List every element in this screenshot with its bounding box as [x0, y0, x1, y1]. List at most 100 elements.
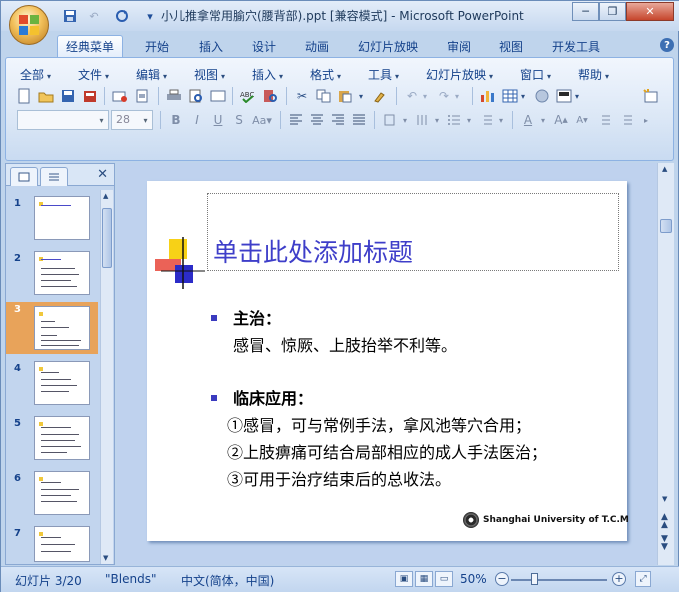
slide-vertical-scrollbar[interactable]: ▲ ▼ ▲ ▲ ▼ ▼ — [657, 163, 674, 565]
paste-dropdown-icon[interactable]: ▾ — [356, 86, 366, 106]
redo-icon[interactable] — [113, 8, 131, 24]
font-name-combo[interactable]: ▾ — [17, 110, 109, 130]
menu-all[interactable]: 全部 ▾ — [20, 66, 51, 83]
tab-design[interactable]: 设计 — [244, 35, 284, 57]
italic-icon[interactable]: I — [187, 110, 207, 130]
new-icon[interactable] — [14, 86, 34, 106]
tab-classic-menu[interactable]: 经典菜单 — [57, 35, 124, 57]
increase-indent-icon[interactable] — [616, 110, 636, 130]
restore-button[interactable]: ❐ — [599, 2, 626, 21]
permission-icon[interactable] — [80, 86, 100, 106]
research-icon[interactable] — [260, 86, 280, 106]
slide-title[interactable]: 单击此处添加标题 — [213, 233, 413, 269]
spelling-icon[interactable]: ABC — [238, 86, 258, 106]
font-color-dropdown-icon[interactable]: ▾ — [538, 110, 548, 130]
menu-edit[interactable]: 编辑 ▾ — [136, 66, 167, 83]
tab-animations[interactable]: 动画 — [297, 35, 337, 57]
redo-dropdown-icon[interactable]: ▾ — [452, 86, 462, 106]
next-slide-icon[interactable]: ▼ ▼ — [661, 535, 668, 552]
email-icon[interactable] — [110, 86, 130, 106]
tab-insert[interactable]: 插入 — [191, 35, 231, 57]
previous-slide-icon[interactable]: ▲ ▲ — [661, 513, 668, 530]
columns-icon[interactable] — [412, 110, 432, 130]
slide-thumbnail-selected[interactable]: 3 — [6, 302, 98, 354]
change-case-icon[interactable]: Aa▾ — [250, 110, 274, 130]
bullet-heading-clinical-use[interactable]: 临床应用： — [233, 385, 313, 409]
scroll-down-icon[interactable]: ▼ — [662, 495, 667, 503]
bullet-body-indications[interactable]: 感冒、惊厥、上肢抬举不利等。 — [233, 332, 457, 356]
cut-icon[interactable]: ✂ — [292, 86, 312, 106]
text-direction-dropdown-icon[interactable]: ▾ — [400, 110, 410, 130]
outline-tab-icon[interactable] — [40, 167, 68, 186]
numbering-icon[interactable] — [476, 110, 496, 130]
redo-icon[interactable]: ↷ — [434, 86, 454, 106]
shadow-icon[interactable]: S — [229, 110, 249, 130]
underline-icon[interactable]: U — [208, 110, 228, 130]
align-left-icon[interactable] — [286, 110, 306, 130]
print-icon[interactable] — [164, 86, 184, 106]
menu-view[interactable]: 视图 ▾ — [194, 66, 225, 83]
decrease-indent-icon[interactable] — [594, 110, 614, 130]
menu-help[interactable]: 帮助 ▾ — [578, 66, 609, 83]
table-dropdown-icon[interactable]: ▾ — [518, 86, 528, 106]
paste-icon[interactable] — [336, 86, 356, 106]
zoom-in-icon[interactable]: + — [612, 572, 626, 586]
insert-chart-icon[interactable] — [478, 86, 498, 106]
toolbar-overflow-icon[interactable]: ▸ — [640, 110, 652, 130]
slides-tab-icon[interactable] — [10, 167, 38, 186]
slideshow-view-icon[interactable]: ▭ — [435, 571, 453, 587]
scroll-up-icon[interactable]: ▲ — [662, 165, 667, 173]
insert-picture-icon[interactable] — [554, 86, 574, 106]
zoom-out-icon[interactable]: − — [495, 572, 509, 586]
help-icon[interactable]: ? — [660, 38, 674, 52]
picture-dropdown-icon[interactable]: ▾ — [572, 86, 582, 106]
tab-developer[interactable]: 开发工具 — [544, 35, 608, 57]
hyperlink-icon[interactable] — [532, 86, 552, 106]
print-preview-icon[interactable] — [186, 86, 206, 106]
font-size-combo[interactable]: 28 ▾ — [111, 110, 153, 130]
zoom-slider[interactable] — [511, 579, 607, 581]
text-direction-icon[interactable] — [380, 110, 400, 130]
save-icon[interactable] — [61, 8, 79, 24]
current-slide[interactable]: 单击此处添加标题 主治： 感冒、惊厥、上肢抬举不利等。 临床应用： ①感冒，可与… — [147, 181, 629, 541]
office-button[interactable] — [9, 5, 49, 45]
bullets-icon[interactable] — [444, 110, 464, 130]
slide-sorter-icon[interactable]: ▦ — [415, 571, 433, 587]
slide-thumbnail[interactable]: 2 — [6, 251, 98, 303]
clinical-use-line-3[interactable]: ③可用于治疗结束后的总收法。 — [227, 466, 451, 490]
shrink-font-icon[interactable]: A ▼ — [572, 110, 592, 130]
format-painter-icon[interactable] — [370, 86, 390, 106]
close-pane-icon[interactable]: ✕ — [97, 167, 108, 182]
slide-thumbnail[interactable]: 5 — [6, 416, 98, 468]
fit-to-window-icon[interactable]: ⤢ — [635, 571, 651, 587]
columns-dropdown-icon[interactable]: ▾ — [432, 110, 442, 130]
copy-icon[interactable] — [314, 86, 334, 106]
zoom-slider-thumb[interactable] — [531, 573, 538, 585]
slide-view-icon[interactable] — [208, 86, 228, 106]
undo-dropdown-icon[interactable]: ▾ — [420, 86, 430, 106]
theme-name[interactable]: "Blends" — [105, 572, 156, 586]
slide-thumbnail[interactable]: 6 — [6, 471, 98, 523]
slide-thumbnail[interactable]: 4 — [6, 361, 98, 413]
bullets-dropdown-icon[interactable]: ▾ — [464, 110, 474, 130]
close-button[interactable]: ✕ — [626, 2, 674, 21]
grow-font-icon[interactable]: A ▲ — [551, 110, 571, 130]
open-icon[interactable] — [36, 86, 56, 106]
slides-pane-scrollbar[interactable]: ▲ ▼ — [100, 190, 113, 564]
insert-table-icon[interactable] — [500, 86, 520, 106]
scrollbar-thumb[interactable] — [102, 208, 112, 268]
menu-file[interactable]: 文件 ▾ — [78, 66, 109, 83]
language-indicator[interactable]: 中文(简体，中国) — [181, 572, 274, 589]
slide-thumbnail[interactable]: 1 — [6, 196, 98, 248]
tab-review[interactable]: 审阅 — [439, 35, 479, 57]
tab-slideshow[interactable]: 幻灯片放映 — [350, 35, 426, 57]
menu-slideshow[interactable]: 幻灯片放映 ▾ — [426, 66, 493, 83]
scrollbar-thumb[interactable] — [660, 219, 672, 233]
minimize-button[interactable]: ─ — [572, 2, 599, 21]
scroll-up-icon[interactable]: ▲ — [103, 192, 108, 200]
menu-format[interactable]: 格式 ▾ — [310, 66, 341, 83]
tab-home[interactable]: 开始 — [137, 35, 177, 57]
menu-insert[interactable]: 插入 ▾ — [252, 66, 283, 83]
undo-icon[interactable]: ↶ — [402, 86, 422, 106]
align-right-icon[interactable] — [328, 110, 348, 130]
